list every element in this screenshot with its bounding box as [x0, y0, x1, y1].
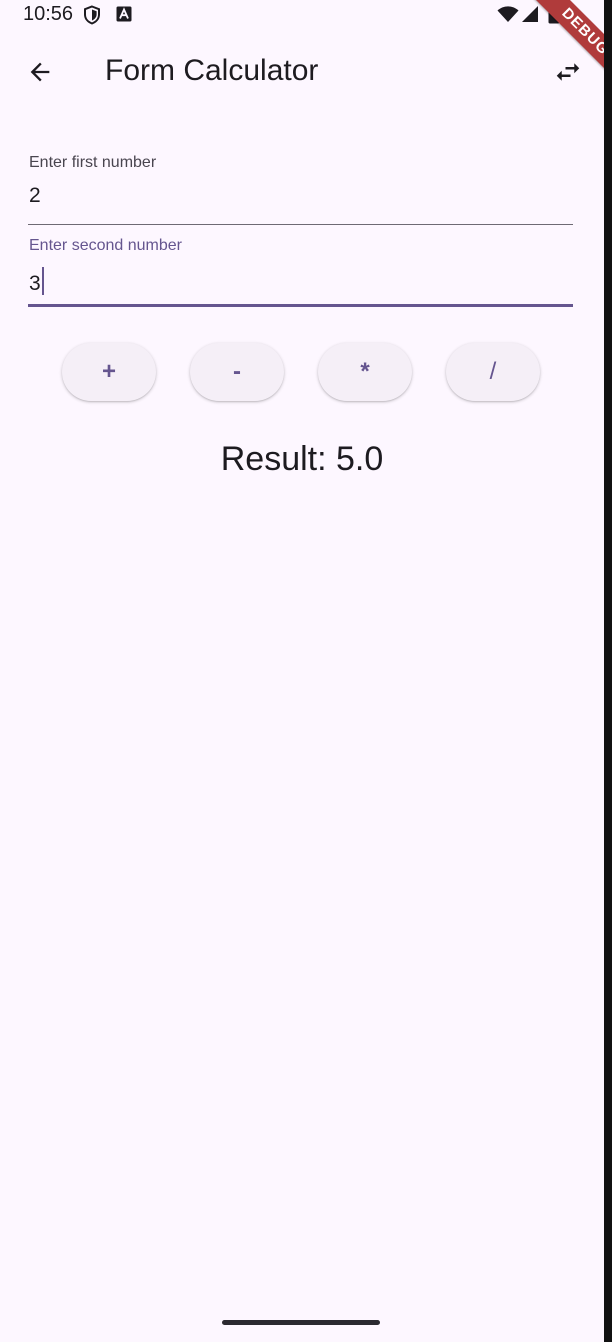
- text-a-icon: [116, 6, 132, 22]
- home-indicator[interactable]: [222, 1320, 380, 1325]
- wifi-icon: [497, 6, 519, 22]
- first-number-underline: [28, 224, 573, 225]
- back-button[interactable]: [18, 50, 62, 94]
- swap-button[interactable]: [546, 50, 590, 94]
- swap-horiz-icon: [556, 63, 580, 81]
- text-cursor: [41, 267, 44, 295]
- second-number-value: 3: [29, 272, 41, 295]
- second-number-input[interactable]: 3: [29, 267, 44, 296]
- second-number-label: Enter second number: [29, 237, 182, 254]
- app-screen: 10:56 DEBUG Form Calculator Enter first …: [0, 0, 604, 1342]
- app-bar: Form Calculator: [0, 36, 604, 108]
- screen-edge: [604, 0, 612, 1342]
- first-number-field[interactable]: Enter first number 2: [28, 150, 573, 226]
- status-bar: 10:56: [0, 0, 604, 30]
- first-number-label: Enter first number: [29, 154, 157, 171]
- arrow-back-icon: [30, 62, 50, 82]
- cell-signal-icon: [522, 6, 538, 22]
- second-number-field[interactable]: Enter second number 3: [28, 233, 573, 309]
- add-button[interactable]: +: [62, 343, 156, 401]
- shield-icon: [84, 5, 100, 25]
- page-title: Form Calculator: [105, 54, 319, 87]
- subtract-button[interactable]: -: [190, 343, 284, 401]
- status-time: 10:56: [23, 3, 74, 25]
- multiply-button[interactable]: *: [318, 343, 412, 401]
- first-number-value[interactable]: 2: [29, 184, 41, 208]
- result-text: Result: 5.0: [220, 440, 384, 478]
- second-number-underline: [28, 304, 573, 307]
- divide-button[interactable]: /: [446, 343, 540, 401]
